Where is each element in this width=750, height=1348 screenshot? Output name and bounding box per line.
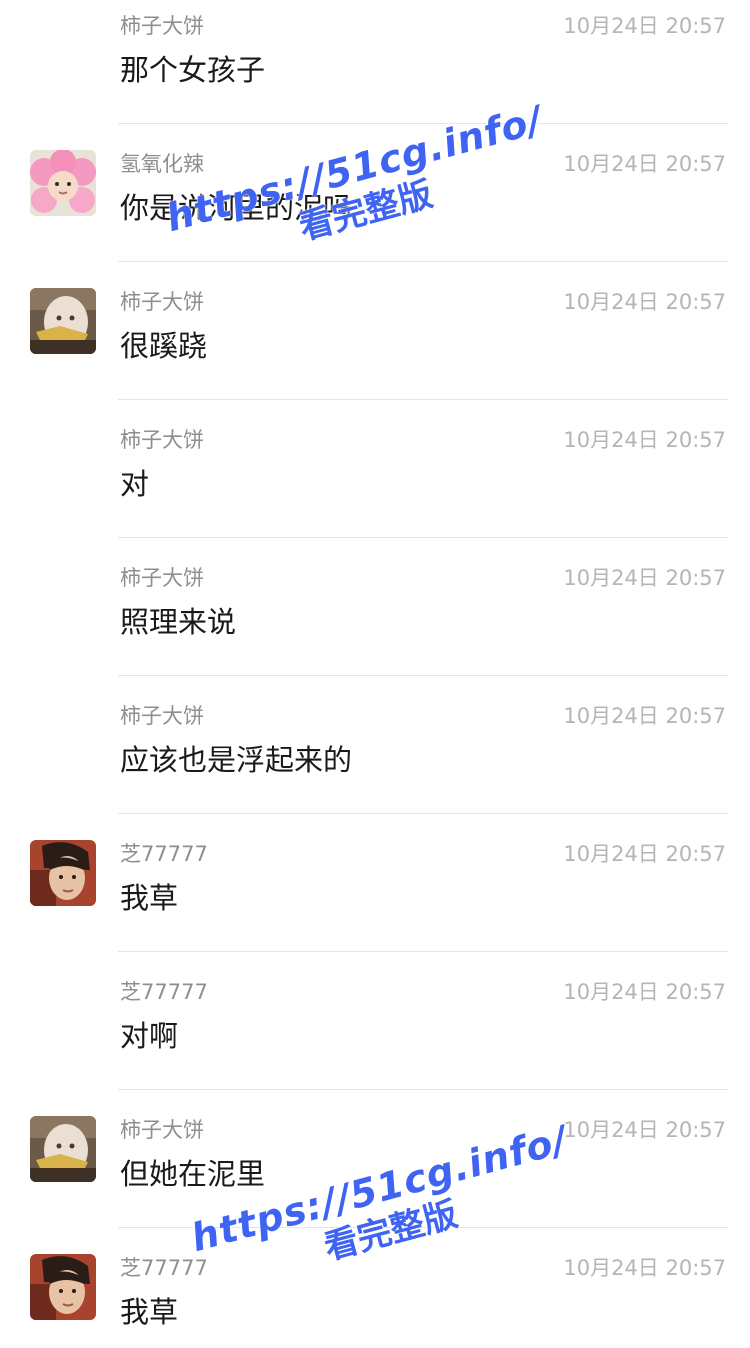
avatar[interactable]: [30, 1116, 96, 1182]
sender-name: 柿子大饼: [120, 566, 204, 590]
message-timestamp: 10月24日 20:57: [563, 1118, 726, 1142]
message-item[interactable]: 柿子大饼 10月24日 20:57 很蹊跷: [0, 262, 750, 400]
chat-screen: 柿子大饼 10月24日 20:57 那个女孩子氢氧化辣 10月24日 20:57 你是说…: [0, 0, 750, 1348]
message-text: 对: [120, 467, 150, 501]
message-item[interactable]: 柿子大饼 10月24日 20:57 照理来说: [0, 538, 750, 676]
message-text: 我草: [120, 1295, 179, 1329]
message-text: 那个女孩子: [120, 53, 266, 87]
message-timestamp: 10月24日 20:57: [563, 428, 726, 452]
sender-name: 柿子大饼: [120, 704, 204, 728]
message-item[interactable]: 柿子大饼 10月24日 20:57 对: [0, 400, 750, 538]
message-item[interactable]: 柿子大饼 10月24日 20:57 但她在泥里: [0, 1090, 750, 1228]
sender-name: 芝77777: [120, 980, 208, 1004]
message-text: 对啊: [120, 1019, 179, 1053]
message-timestamp: 10月24日 20:57: [563, 14, 726, 38]
message-timestamp: 10月24日 20:57: [563, 704, 726, 728]
sender-name: 芝77777: [120, 1256, 208, 1280]
message-text: 你是说河里的泥吗: [120, 191, 353, 225]
sender-name: 柿子大饼: [120, 1118, 204, 1142]
message-timestamp: 10月24日 20:57: [563, 566, 726, 590]
sender-name: 柿子大饼: [120, 290, 204, 314]
message-text: 但她在泥里: [120, 1157, 266, 1191]
sender-name: 氢氧化辣: [120, 152, 204, 176]
sender-name: 柿子大饼: [120, 14, 204, 38]
sender-name: 柿子大饼: [120, 428, 204, 452]
avatar[interactable]: [30, 840, 96, 906]
avatar[interactable]: [30, 288, 96, 354]
message-item[interactable]: 芝77777 10月24日 20:57 我草: [0, 1228, 750, 1348]
avatar[interactable]: [30, 150, 96, 216]
message-text: 我草: [120, 881, 179, 915]
message-timestamp: 10月24日 20:57: [563, 152, 726, 176]
message-text: 应该也是浮起来的: [120, 743, 353, 777]
message-timestamp: 10月24日 20:57: [563, 1256, 726, 1280]
sender-name: 芝77777: [120, 842, 208, 866]
message-item[interactable]: 氢氧化辣 10月24日 20:57 你是说河里的泥吗: [0, 124, 750, 262]
message-text: 照理来说: [120, 605, 237, 639]
avatar[interactable]: [30, 1254, 96, 1320]
message-item[interactable]: 芝77777 10月24日 20:57 我草: [0, 814, 750, 952]
message-item[interactable]: 柿子大饼 10月24日 20:57 那个女孩子: [0, 0, 750, 124]
message-timestamp: 10月24日 20:57: [563, 290, 726, 314]
message-item[interactable]: 柿子大饼 10月24日 20:57 应该也是浮起来的: [0, 676, 750, 814]
message-timestamp: 10月24日 20:57: [563, 842, 726, 866]
message-text: 很蹊跷: [120, 329, 208, 363]
message-timestamp: 10月24日 20:57: [563, 980, 726, 1004]
message-list: 柿子大饼 10月24日 20:57 那个女孩子氢氧化辣 10月24日 20:57 你是说…: [0, 0, 750, 1348]
message-item[interactable]: 芝77777 10月24日 20:57 对啊: [0, 952, 750, 1090]
